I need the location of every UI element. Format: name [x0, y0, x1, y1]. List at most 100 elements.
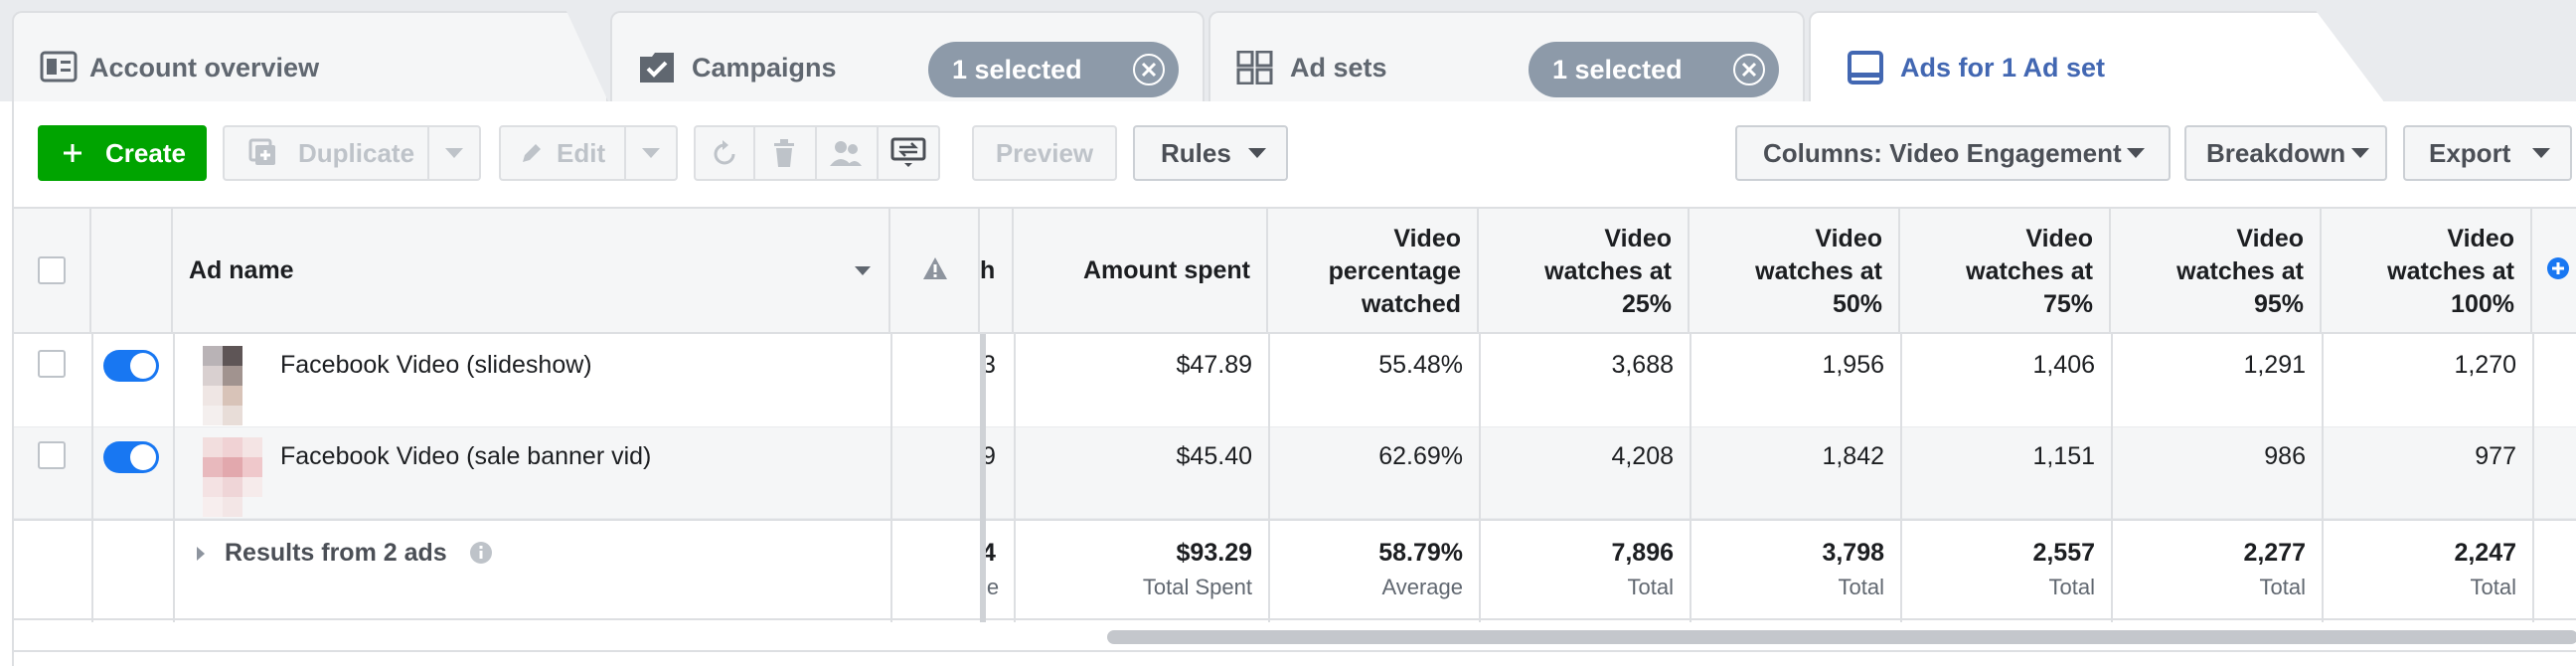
column-divider [1479, 334, 1481, 622]
header-video-50[interactable]: Video watches at 50% [1690, 209, 1900, 334]
edit-button[interactable]: Edit [499, 125, 678, 181]
rules-button[interactable]: Rules [1133, 125, 1288, 181]
table-row[interactable]: Facebook Video (sale banner vid) 9 $45.4… [14, 427, 2576, 519]
header-reach[interactable]: h [980, 209, 1014, 334]
column-divider [2532, 334, 2534, 622]
video-50-header: Video watches at 50% [1755, 225, 1882, 318]
table-row[interactable]: Facebook Video (slideshow) 3 $47.89 55.4… [14, 336, 2576, 427]
header-amount-spent[interactable]: Amount spent [1014, 209, 1268, 334]
duplicate-label: Duplicate [298, 138, 415, 168]
add-column-icon[interactable] [2546, 256, 2570, 280]
create-button[interactable]: Create [38, 125, 207, 181]
duplicate-button[interactable]: Duplicate [223, 125, 481, 181]
header-video-75[interactable]: Video watches at 75% [1900, 209, 2111, 334]
header-video-95[interactable]: Video watches at 95% [2111, 209, 2322, 334]
video-75-header: Video watches at 75% [1966, 225, 2093, 318]
duplicate-dropdown-icon[interactable] [445, 148, 463, 158]
ad-thumbnail [183, 336, 262, 427]
header-ad-name[interactable]: Ad name [173, 209, 890, 334]
horizontal-scrollbar-thumb[interactable] [1107, 630, 2576, 644]
rules-label: Rules [1161, 138, 1231, 168]
sort-caret-icon[interactable] [855, 266, 871, 275]
toolbar: Create Duplicate Edit Preview Rules Colu… [12, 101, 2576, 207]
frozen-pane-divider [980, 334, 986, 622]
select-all-checkbox[interactable] [38, 256, 66, 284]
video-95-total: 2,277 [2243, 539, 2306, 567]
header-video-100[interactable]: Video watches at 100% [2322, 209, 2532, 334]
tab-label: Ad sets [1290, 53, 1387, 83]
video-25-header: Video watches at 25% [1544, 225, 1672, 318]
export-dropdown-icon [2532, 148, 2550, 158]
horizontal-scrollbar-track[interactable] [14, 622, 2576, 652]
edit-label: Edit [557, 138, 606, 168]
tab-label: Campaigns [692, 53, 837, 83]
preview-label: Preview [995, 138, 1094, 168]
amount-spent-header: Amount spent [1082, 256, 1250, 284]
ad-toggle[interactable] [103, 350, 159, 382]
column-divider [173, 334, 175, 622]
header-video-25[interactable]: Video watches at 25% [1479, 209, 1690, 334]
tab-label: Ads for 1 Ad set [1900, 53, 2106, 83]
ad-name-cell[interactable]: Facebook Video (slideshow) [280, 351, 592, 380]
dashboard-icon [40, 51, 78, 83]
header-video-percentage[interactable]: Video percentage watched [1268, 209, 1479, 334]
selection-pill[interactable]: 1 selected [928, 42, 1179, 97]
video-75-cell: 1,406 [2032, 351, 2095, 379]
header-select-all [14, 209, 91, 334]
amount-spent-total: $93.29 [1176, 539, 1252, 567]
column-divider [1014, 334, 1016, 622]
row-checkbox[interactable] [38, 441, 66, 469]
users-icon[interactable] [829, 138, 863, 168]
ad-name-header: Ad name [189, 256, 294, 284]
columns-button[interactable]: Columns: Video Engagement [1735, 125, 2171, 181]
amount-spent-cell: $45.40 [1176, 442, 1252, 470]
export-label: Export [2429, 138, 2511, 168]
amount-spent-cell: $47.89 [1176, 351, 1252, 379]
video-100-cell: 1,270 [2454, 351, 2516, 379]
preview-button[interactable]: Preview [972, 125, 1117, 181]
column-divider [1268, 334, 1270, 622]
video-50-cell: 1,842 [1822, 442, 1884, 470]
info-icon[interactable] [469, 541, 493, 565]
video-percentage-cell: 55.48% [1378, 351, 1463, 379]
ab-test-icon[interactable] [890, 137, 926, 169]
clear-selection-icon[interactable] [1733, 54, 1765, 85]
reach-header: h [980, 256, 996, 284]
ad-name-cell[interactable]: Facebook Video (sale banner vid) [280, 442, 651, 471]
row-checkbox[interactable] [38, 350, 66, 378]
trash-icon[interactable] [769, 138, 799, 168]
header-toggle [91, 209, 173, 334]
amount-spent-total-sub: Total Spent [1142, 575, 1252, 599]
tab-ad-sets[interactable]: Ad sets 1 selected [1208, 11, 1805, 101]
video-95-header: Video watches at 95% [2176, 225, 2304, 318]
clear-selection-icon[interactable] [1133, 54, 1165, 85]
totals-row: Results from 2 ads 4 le $93.29 Total Spe… [14, 519, 2576, 620]
column-divider [91, 334, 93, 622]
tab-account-overview[interactable]: Account overview [12, 11, 608, 101]
expand-caret-icon[interactable] [197, 547, 205, 561]
column-divider [2322, 334, 2324, 622]
video-percentage-total-sub: Average [1381, 575, 1463, 599]
video-100-total: 2,247 [2454, 539, 2516, 567]
breakdown-button[interactable]: Breakdown [2184, 125, 2387, 181]
edit-dropdown-icon[interactable] [642, 148, 660, 158]
tab-ads[interactable]: Ads for 1 Ad set [1809, 11, 2385, 103]
breakdown-dropdown-icon [2351, 148, 2369, 158]
export-button[interactable]: Export [2403, 125, 2572, 181]
selection-pill[interactable]: 1 selected [1529, 42, 1779, 97]
breakdown-label: Breakdown [2206, 138, 2346, 168]
video-100-cell: 977 [2475, 442, 2516, 470]
tab-campaigns[interactable]: Campaigns 1 selected [610, 11, 1205, 101]
video-95-cell: 1,291 [2243, 351, 2306, 379]
video-25-total: 7,896 [1611, 539, 1674, 567]
header-delivery-warning [890, 209, 980, 334]
video-50-total-sub: Total [1838, 575, 1884, 599]
rules-dropdown-icon [1248, 148, 1266, 158]
refresh-icon[interactable] [710, 139, 739, 169]
header-add-column [2532, 209, 2576, 334]
column-divider [2111, 334, 2113, 622]
video-percentage-total: 58.79% [1378, 539, 1463, 567]
video-25-cell: 4,208 [1611, 442, 1674, 470]
folder-check-icon [640, 53, 674, 83]
ad-toggle[interactable] [103, 441, 159, 473]
